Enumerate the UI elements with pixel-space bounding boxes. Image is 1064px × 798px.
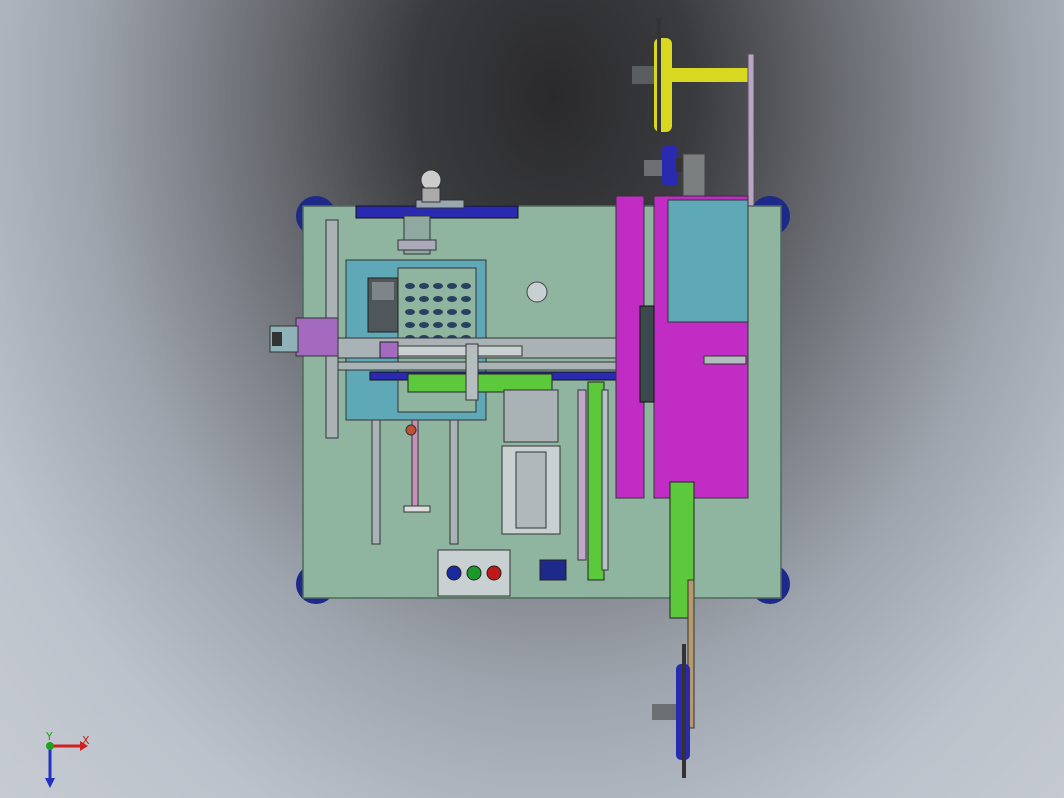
feeder-slot <box>419 309 429 315</box>
top-reel-disc <box>654 38 672 132</box>
green-carriage <box>407 373 553 393</box>
teal-panel <box>667 199 749 323</box>
right-slot-rail <box>449 419 459 545</box>
feeder-slot <box>447 322 457 328</box>
small-motor-block <box>539 559 567 581</box>
feeder-slot <box>433 309 443 315</box>
feeder-slot <box>419 296 429 302</box>
feeder-slot <box>447 296 457 302</box>
feeder-slot <box>433 322 443 328</box>
feeder-slot <box>461 296 471 302</box>
feeder-slot <box>405 296 415 302</box>
coordinate-triad: X Y <box>30 730 100 790</box>
feeder-slot <box>419 283 429 289</box>
feeder-slot <box>461 283 471 289</box>
feeder-slot <box>461 322 471 328</box>
feeder-slot <box>405 322 415 328</box>
feeder-slot <box>419 322 429 328</box>
left-purple-block <box>295 317 339 357</box>
cad-viewport[interactable] <box>0 0 1064 798</box>
feeder-slot <box>461 309 471 315</box>
center-block <box>503 389 559 443</box>
feeder-slot <box>433 296 443 302</box>
feeder-slot <box>405 309 415 315</box>
y-axis-origin <box>46 742 54 750</box>
red-button[interactable] <box>486 565 502 581</box>
top-reel-hub <box>632 66 654 84</box>
z-axis-head <box>45 778 55 788</box>
x-axis-label: X <box>82 734 90 747</box>
top-reel-shaft <box>668 68 752 82</box>
feeder-slot <box>447 283 457 289</box>
green-button[interactable] <box>466 565 482 581</box>
blue-button[interactable] <box>446 565 462 581</box>
y-axis-label: Y <box>46 730 53 743</box>
bottom-reel <box>652 644 690 778</box>
feeder-slot <box>433 283 443 289</box>
control-panel-buttons[interactable] <box>446 565 502 581</box>
left-slot-rail <box>371 419 381 545</box>
feeder-slot <box>447 309 457 315</box>
feeder-slot <box>405 283 415 289</box>
